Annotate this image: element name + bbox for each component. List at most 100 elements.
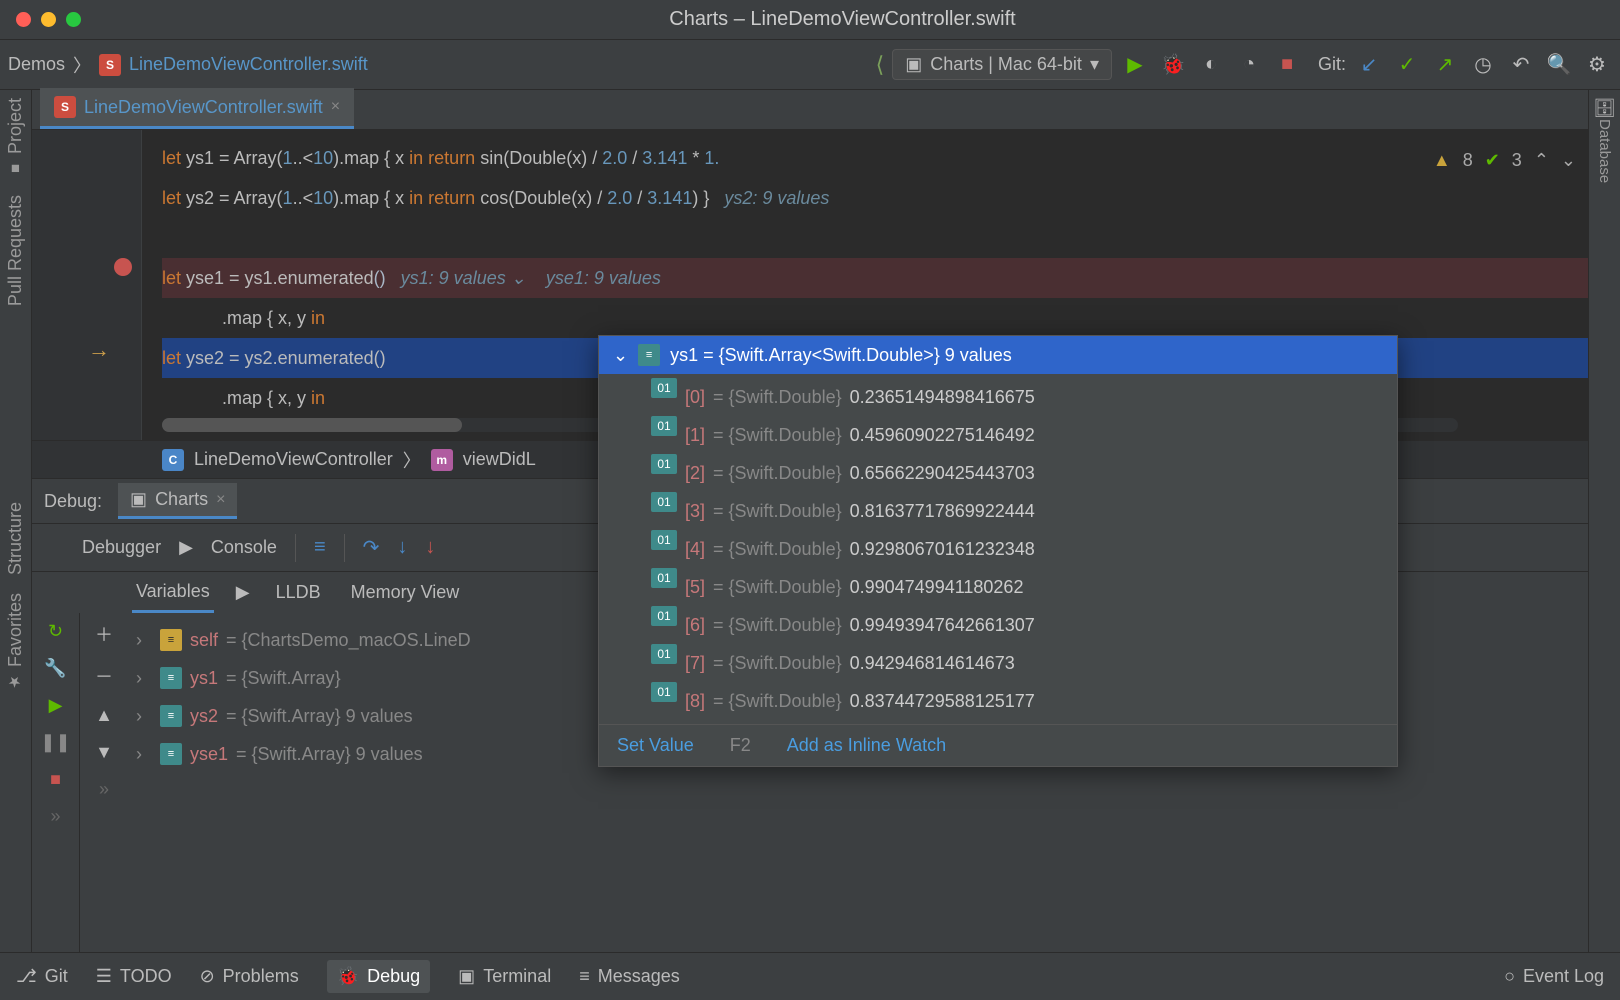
add-inline-watch-action[interactable]: Add as Inline Watch xyxy=(787,735,946,756)
favorites-tool[interactable]: ★ Favorites xyxy=(5,593,26,691)
memory-view-tab[interactable]: Memory View xyxy=(347,574,464,611)
close-window-button[interactable] xyxy=(16,12,31,27)
debug-button[interactable]: 🐞 xyxy=(1158,52,1188,77)
layers-icon: ▣ xyxy=(130,489,147,510)
item-type: = {Swift.Double} xyxy=(713,682,842,720)
popup-item[interactable]: 01[4]= {Swift.Double}0.92980670161232348 xyxy=(599,530,1397,568)
variable-value: = {Swift.Array} 9 values xyxy=(226,697,413,735)
search-icon[interactable]: 🔍 xyxy=(1544,52,1574,77)
set-value-action[interactable]: Set Value xyxy=(617,735,694,756)
item-index: [7] xyxy=(685,644,705,682)
item-type: = {Swift.Double} xyxy=(713,606,842,644)
event-log-button[interactable]: ○ Event Log xyxy=(1504,966,1604,987)
editor-tab-row: S LineDemoViewController.swift × xyxy=(32,90,1588,130)
terminal-tool-button[interactable]: ▣ Terminal xyxy=(458,966,551,987)
editor-tab[interactable]: S LineDemoViewController.swift × xyxy=(40,88,354,129)
remove-watch-icon[interactable]: － xyxy=(95,663,113,689)
popup-item[interactable]: 01[2]= {Swift.Double}0.65662290425443703 xyxy=(599,454,1397,492)
next-highlight-icon[interactable]: ⌄ xyxy=(1561,140,1576,180)
move-down-icon[interactable]: ▼ xyxy=(95,742,113,763)
todo-tool-button[interactable]: ☰ TODO xyxy=(96,966,172,987)
database-tool[interactable]: Database xyxy=(1596,119,1613,183)
close-tab-icon[interactable]: × xyxy=(331,98,340,116)
popup-header[interactable]: ⌄ ≡ ys1 = {Swift.Array<Swift.Double>} 9 … xyxy=(599,336,1397,374)
chevron-down-icon: ▾ xyxy=(1090,54,1099,75)
step-over-icon[interactable]: ↷ xyxy=(363,535,380,560)
primitive-icon: 01 xyxy=(651,568,677,588)
expand-icon[interactable]: › xyxy=(136,697,152,735)
history-icon[interactable]: ◷ xyxy=(1468,52,1498,77)
run-config-selector[interactable]: ▣ Charts | Mac 64-bit ▾ xyxy=(892,49,1112,80)
run-config-label: Charts | Mac 64-bit xyxy=(930,54,1082,75)
item-type: = {Swift.Double} xyxy=(713,416,842,454)
popup-item[interactable]: 01[1]= {Swift.Double}0.45960902275146492 xyxy=(599,416,1397,454)
breadcrumb-root[interactable]: Demos xyxy=(8,54,65,75)
wrench-icon[interactable]: 🔧 xyxy=(44,658,66,679)
popup-item[interactable]: 01[7]= {Swift.Double}0.942946814614673 xyxy=(599,644,1397,682)
breadcrumb-file[interactable]: LineDemoViewController.swift xyxy=(129,54,368,75)
pull-requests-tool[interactable]: Pull Requests xyxy=(5,195,26,306)
expand-icon[interactable]: › xyxy=(136,735,152,773)
item-type: = {Swift.Double} xyxy=(713,378,842,416)
vcs-push-icon[interactable]: ↗ xyxy=(1430,52,1460,77)
editor-inspection-status[interactable]: ▲8 ✔3 ⌃ ⌄ xyxy=(1433,140,1576,180)
popup-item[interactable]: 01[5]= {Swift.Double}0.9904749941180262 xyxy=(599,568,1397,606)
variable-name: ys1 xyxy=(190,659,218,697)
popup-item[interactable]: 01[0]= {Swift.Double}0.23651494898416675 xyxy=(599,378,1397,416)
vcs-commit-icon[interactable]: ✓ xyxy=(1392,52,1422,77)
primitive-icon: 01 xyxy=(651,492,677,512)
inline-hint: yse1: 9 values xyxy=(546,268,661,288)
problems-tool-button[interactable]: ⊘ Problems xyxy=(200,966,299,987)
profile-button[interactable]: ◔ xyxy=(1234,53,1264,76)
minimize-window-button[interactable] xyxy=(41,12,56,27)
popup-item[interactable]: 01[6]= {Swift.Double}0.99493947642661307 xyxy=(599,606,1397,644)
item-type: = {Swift.Double} xyxy=(713,530,842,568)
prev-highlight-icon[interactable]: ⌃ xyxy=(1534,140,1549,180)
expand-icon[interactable]: › xyxy=(136,621,152,659)
main-toolbar: Demos 〉 S LineDemoViewController.swift ⟨… xyxy=(0,40,1620,90)
vcs-update-icon[interactable]: ↙ xyxy=(1354,52,1384,77)
git-tool-button[interactable]: ⎇ Git xyxy=(16,966,68,987)
ok-icon: ✔ xyxy=(1485,140,1500,180)
resume-icon[interactable]: ▶ xyxy=(49,695,63,716)
project-tool[interactable]: ■ Project xyxy=(5,98,26,177)
build-button[interactable]: ⟨ xyxy=(876,52,885,78)
inline-hint[interactable]: ys1: 9 values ⌄ xyxy=(401,268,526,288)
variable-value: = {Swift.Array} 9 values xyxy=(236,735,423,773)
stop-icon[interactable]: ■ xyxy=(50,769,61,790)
primitive-icon: 01 xyxy=(651,378,677,398)
right-tool-strip: 🗄 Database xyxy=(1588,90,1620,952)
threads-icon[interactable]: ≡ xyxy=(314,536,326,559)
force-step-into-icon[interactable]: ↓ xyxy=(425,536,435,559)
layers-icon: ▣ xyxy=(905,54,922,75)
settings-icon[interactable]: ⚙ xyxy=(1582,52,1612,77)
breadcrumb-method[interactable]: viewDidL xyxy=(463,449,536,470)
rerun-icon[interactable]: ↻ xyxy=(48,621,63,642)
lldb-tab[interactable]: LLDB xyxy=(272,574,325,611)
move-up-icon[interactable]: ▲ xyxy=(95,705,113,726)
expand-icon[interactable]: › xyxy=(136,659,152,697)
debug-tool-button[interactable]: 🐞 Debug xyxy=(327,960,430,993)
structure-tool[interactable]: Structure xyxy=(5,502,26,575)
close-icon[interactable]: × xyxy=(216,491,225,509)
breadcrumb-class[interactable]: LineDemoViewController xyxy=(194,449,393,470)
popup-item[interactable]: 01[3]= {Swift.Double}0.81637717869922444 xyxy=(599,492,1397,530)
stop-button[interactable]: ■ xyxy=(1272,53,1302,76)
step-into-icon[interactable]: ↓ xyxy=(397,536,407,559)
debugger-tab[interactable]: Debugger xyxy=(82,537,161,558)
run-button[interactable]: ▶ xyxy=(1120,52,1150,77)
breakpoint-icon[interactable] xyxy=(114,258,132,276)
debug-session-tab[interactable]: ▣ Charts × xyxy=(118,483,237,519)
chevron-down-icon[interactable]: ⌄ xyxy=(613,345,628,366)
zoom-window-button[interactable] xyxy=(66,12,81,27)
debug-add-controls: ＋ － ▲ ▼ » xyxy=(80,613,128,952)
revert-icon[interactable]: ↶ xyxy=(1506,52,1536,77)
popup-item[interactable]: 01[8]= {Swift.Double}0.83744729588125177 xyxy=(599,682,1397,720)
variables-tab[interactable]: Variables xyxy=(132,573,214,613)
messages-tool-button[interactable]: ≡ Messages xyxy=(579,966,680,987)
add-watch-icon[interactable]: ＋ xyxy=(95,621,113,647)
database-icon[interactable]: 🗄 xyxy=(1593,98,1616,119)
coverage-button[interactable]: ◐ xyxy=(1196,53,1226,76)
console-tab[interactable]: Console xyxy=(211,537,277,558)
pause-icon[interactable]: ❚❚ xyxy=(40,732,70,753)
